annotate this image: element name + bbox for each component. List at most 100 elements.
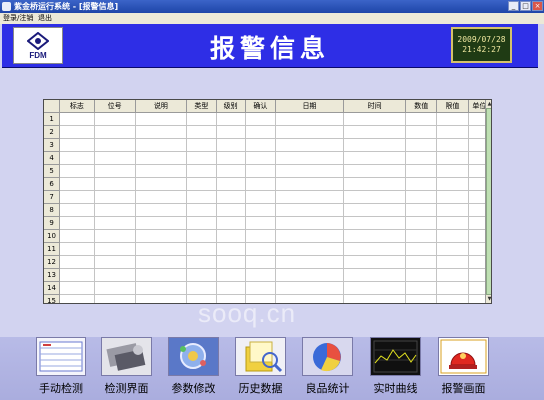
- table-cell[interactable]: [405, 164, 438, 178]
- table-row[interactable]: 2: [44, 125, 491, 139]
- row-number[interactable]: 2: [44, 125, 61, 139]
- table-cell[interactable]: [343, 125, 407, 139]
- table-cell[interactable]: [135, 268, 188, 282]
- table-cell[interactable]: [275, 112, 344, 126]
- table-cell[interactable]: [275, 203, 344, 217]
- table-cell[interactable]: [245, 112, 277, 126]
- table-cell[interactable]: [94, 190, 136, 204]
- table-cell[interactable]: [436, 229, 469, 243]
- table-row[interactable]: 10: [44, 229, 491, 243]
- table-cell[interactable]: [94, 242, 136, 256]
- table-cell[interactable]: [343, 268, 407, 282]
- table-cell[interactable]: [245, 177, 277, 191]
- table-cell[interactable]: [186, 138, 217, 152]
- table-cell[interactable]: [59, 125, 95, 139]
- table-row[interactable]: 9: [44, 216, 491, 230]
- table-row[interactable]: 13: [44, 268, 491, 282]
- table-row[interactable]: 1: [44, 112, 491, 126]
- close-button[interactable]: ×: [532, 1, 543, 11]
- table-cell[interactable]: [216, 242, 246, 256]
- table-cell[interactable]: [216, 190, 246, 204]
- row-number[interactable]: 6: [44, 177, 61, 191]
- table-cell[interactable]: [436, 268, 469, 282]
- table-cell[interactable]: [59, 151, 95, 165]
- table-cell[interactable]: [405, 203, 438, 217]
- table-cell[interactable]: [436, 203, 469, 217]
- table-cell[interactable]: [94, 255, 136, 269]
- table-cell[interactable]: [343, 177, 407, 191]
- table-cell[interactable]: [405, 255, 438, 269]
- table-cell[interactable]: [94, 151, 136, 165]
- row-number[interactable]: 7: [44, 190, 61, 204]
- table-cell[interactable]: [245, 164, 277, 178]
- table-cell[interactable]: [94, 294, 136, 303]
- table-cell[interactable]: [245, 281, 277, 295]
- table-cell[interactable]: [275, 268, 344, 282]
- table-cell[interactable]: [59, 242, 95, 256]
- table-row[interactable]: 11: [44, 242, 491, 256]
- table-cell[interactable]: [343, 164, 407, 178]
- table-cell[interactable]: [186, 164, 217, 178]
- table-cell[interactable]: [186, 242, 217, 256]
- table-cell[interactable]: [94, 125, 136, 139]
- table-cell[interactable]: [94, 229, 136, 243]
- row-number[interactable]: 12: [44, 255, 61, 269]
- table-cell[interactable]: [59, 216, 95, 230]
- row-number[interactable]: 15: [44, 294, 61, 303]
- table-cell[interactable]: [343, 151, 407, 165]
- table-cell[interactable]: [135, 190, 188, 204]
- table-cell[interactable]: [186, 203, 217, 217]
- table-cell[interactable]: [216, 177, 246, 191]
- table-cell[interactable]: [405, 151, 438, 165]
- table-cell[interactable]: [275, 190, 344, 204]
- table-cell[interactable]: [135, 138, 188, 152]
- table-row[interactable]: 4: [44, 151, 491, 165]
- table-cell[interactable]: [135, 177, 188, 191]
- table-cell[interactable]: [436, 294, 469, 303]
- table-cell[interactable]: [343, 242, 407, 256]
- table-cell[interactable]: [343, 255, 407, 269]
- table-cell[interactable]: [343, 190, 407, 204]
- table-cell[interactable]: [275, 177, 344, 191]
- table-cell[interactable]: [59, 112, 95, 126]
- table-cell[interactable]: [135, 281, 188, 295]
- table-cell[interactable]: [436, 112, 469, 126]
- table-cell[interactable]: [94, 112, 136, 126]
- table-cell[interactable]: [59, 255, 95, 269]
- row-number[interactable]: 4: [44, 151, 61, 165]
- table-cell[interactable]: [405, 138, 438, 152]
- table-cell[interactable]: [436, 125, 469, 139]
- column-header[interactable]: 级别: [216, 100, 246, 113]
- table-cell[interactable]: [343, 294, 407, 303]
- table-cell[interactable]: [436, 164, 469, 178]
- table-cell[interactable]: [94, 216, 136, 230]
- table-cell[interactable]: [59, 281, 95, 295]
- table-cell[interactable]: [216, 203, 246, 217]
- table-cell[interactable]: [245, 268, 277, 282]
- restore-button[interactable]: □: [520, 1, 531, 11]
- table-cell[interactable]: [135, 242, 188, 256]
- table-cell[interactable]: [405, 268, 438, 282]
- table-cell[interactable]: [275, 255, 344, 269]
- table-cell[interactable]: [275, 242, 344, 256]
- table-cell[interactable]: [216, 281, 246, 295]
- table-cell[interactable]: [343, 112, 407, 126]
- table-cell[interactable]: [405, 112, 438, 126]
- table-row[interactable]: 5: [44, 164, 491, 178]
- menu-item-exit[interactable]: 退出: [38, 13, 52, 24]
- table-cell[interactable]: [245, 190, 277, 204]
- table-cell[interactable]: [59, 294, 95, 303]
- table-cell[interactable]: [245, 125, 277, 139]
- table-cell[interactable]: [59, 177, 95, 191]
- table-cell[interactable]: [405, 177, 438, 191]
- minimize-button[interactable]: _: [508, 1, 519, 11]
- table-cell[interactable]: [135, 125, 188, 139]
- table-cell[interactable]: [436, 190, 469, 204]
- table-cell[interactable]: [245, 216, 277, 230]
- table-cell[interactable]: [436, 151, 469, 165]
- row-number[interactable]: 5: [44, 164, 61, 178]
- table-cell[interactable]: [245, 229, 277, 243]
- table-cell[interactable]: [216, 151, 246, 165]
- row-number[interactable]: 11: [44, 242, 61, 256]
- table-cell[interactable]: [405, 281, 438, 295]
